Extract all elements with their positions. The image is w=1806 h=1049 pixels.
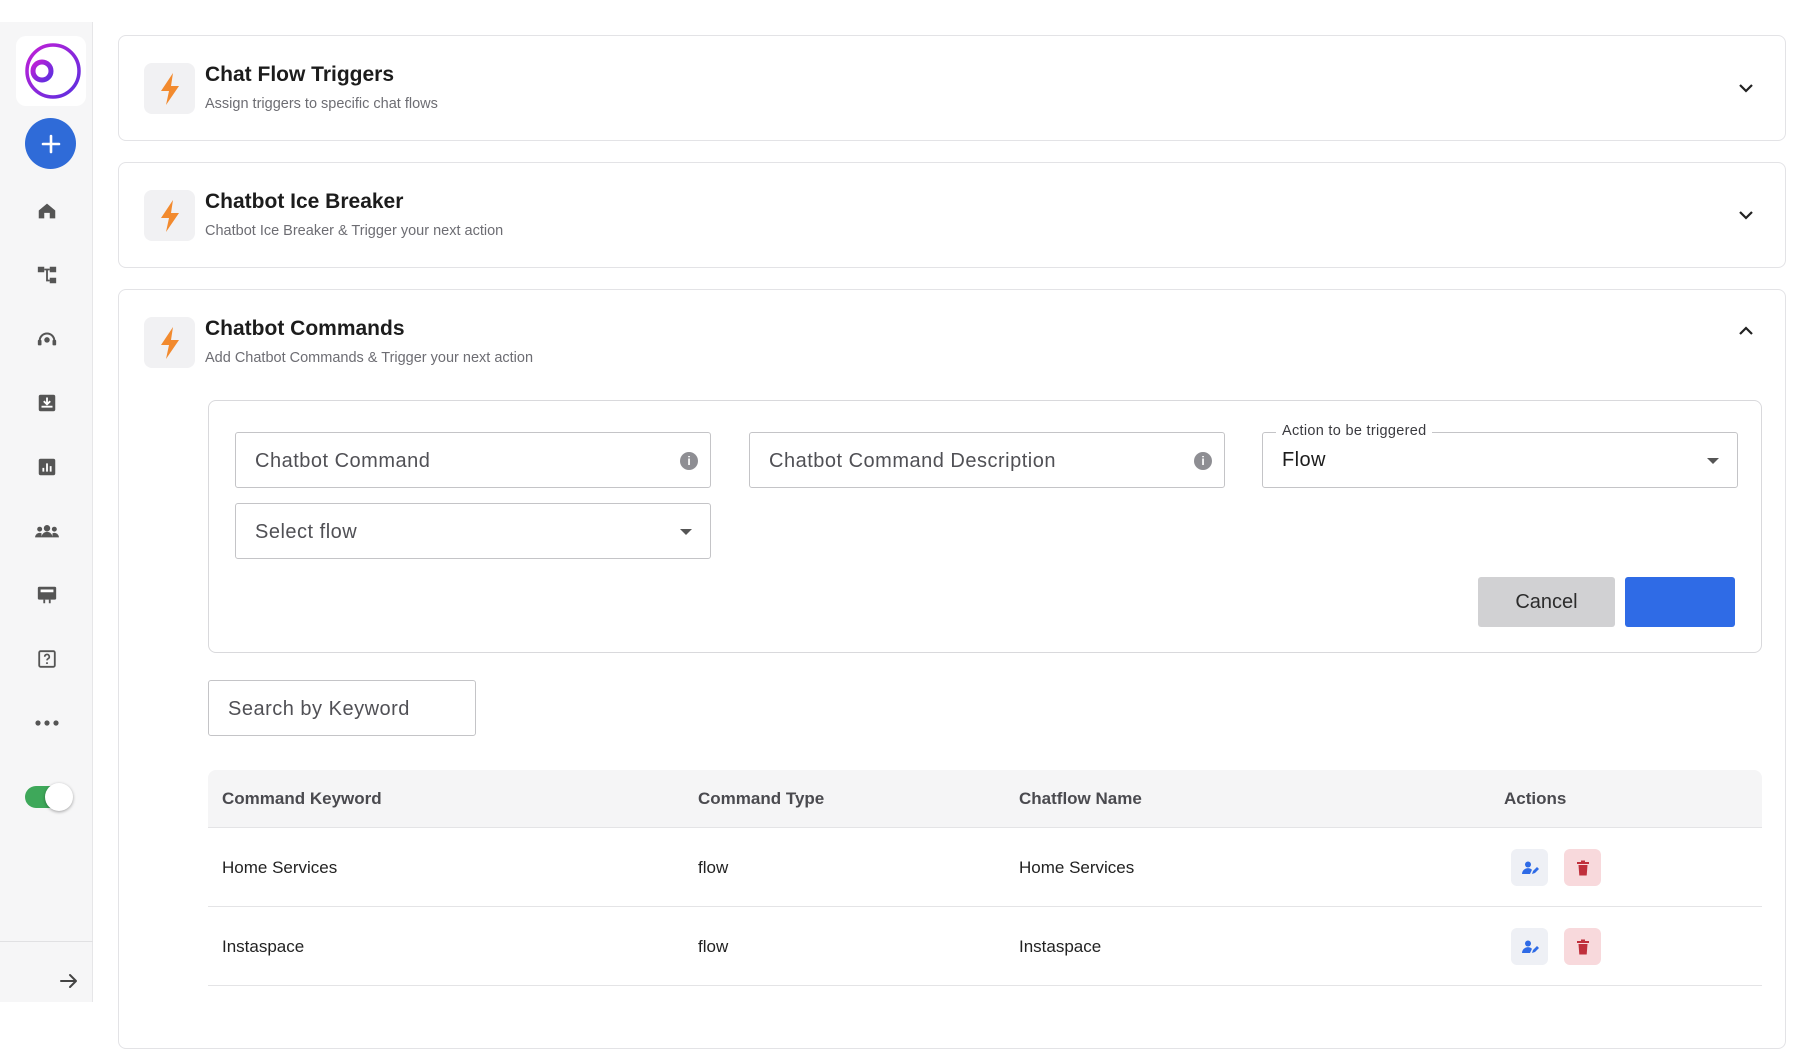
cell-type: flow: [698, 937, 729, 956]
sidebar-item-support[interactable]: [32, 324, 62, 354]
trash-icon: [1576, 860, 1589, 875]
command-field[interactable]: Chatbot Command i: [235, 432, 711, 488]
chevron-down-icon: [1739, 84, 1753, 93]
trash-icon: [1576, 939, 1589, 954]
status-toggle[interactable]: [25, 783, 73, 811]
card-chat-flow-triggers[interactable]: Chat Flow Triggers Assign triggers to sp…: [118, 35, 1786, 141]
expand-button[interactable]: [1735, 204, 1757, 226]
command-form: Chatbot Command i Chatbot Command Descri…: [208, 400, 1762, 653]
card-subtitle: Chatbot Ice Breaker & Trigger your next …: [205, 223, 504, 239]
info-icon[interactable]: i: [1194, 452, 1212, 470]
cell-keyword: Instaspace: [222, 937, 305, 956]
lightning-icon: [160, 72, 179, 105]
analytics-icon: [38, 458, 56, 476]
flow-builder-icon: [37, 266, 57, 284]
add-button[interactable]: [25, 118, 76, 169]
card-title: Chatbot Commands: [205, 317, 405, 340]
caret-down-icon: [1707, 458, 1719, 464]
toggle-knob: [45, 783, 73, 811]
plus-icon: [41, 134, 60, 153]
collapse-sidebar-button[interactable]: [56, 968, 82, 994]
sidebar-item-more[interactable]: [32, 708, 62, 738]
sidebar-item-analytics[interactable]: [32, 452, 62, 482]
more-icon: [35, 720, 59, 726]
collapse-button[interactable]: [1735, 320, 1757, 342]
card-subtitle: Assign triggers to specific chat flows: [205, 96, 438, 112]
table-header: Command Keyword Command Type Chatflow Na…: [208, 770, 1762, 828]
lightning-icon: [160, 199, 179, 232]
edit-user-icon: [1521, 861, 1539, 874]
arrow-right-icon: [60, 974, 77, 988]
description-placeholder: Chatbot Command Description: [769, 450, 1056, 472]
column-header: Actions: [1504, 789, 1567, 808]
search-input[interactable]: Search by Keyword: [208, 680, 476, 736]
cell-chatflow: Home Services: [1019, 858, 1135, 877]
action-label: Action to be triggered: [1276, 423, 1433, 439]
command-placeholder: Chatbot Command: [255, 450, 431, 472]
cell-chatflow: Instaspace: [1019, 937, 1102, 956]
action-value: Flow: [1282, 449, 1326, 471]
app-logo[interactable]: [16, 36, 86, 106]
card-icon: [144, 190, 195, 241]
contacts-icon: [35, 525, 59, 538]
help-icon: [38, 650, 56, 668]
broadcast-icon: [37, 586, 57, 604]
commands-table: Command Keyword Command Type Chatflow Na…: [208, 770, 1762, 986]
column-header: Command Keyword: [222, 789, 382, 808]
sidebar-item-inbox[interactable]: [32, 388, 62, 418]
card-subtitle: Add Chatbot Commands & Trigger your next…: [205, 350, 534, 366]
column-header: Command Type: [698, 789, 825, 808]
sidebar-item-help[interactable]: [32, 644, 62, 674]
card-chatbot-commands: Chatbot Commands Add Chatbot Commands & …: [118, 289, 1786, 1049]
card-chatbot-ice-breaker[interactable]: Chatbot Ice Breaker Chatbot Ice Breaker …: [118, 162, 1786, 268]
table-row: Instaspace flow Instaspace: [208, 907, 1762, 986]
info-icon[interactable]: i: [680, 452, 698, 470]
inbox-icon: [38, 394, 56, 412]
chevron-up-icon: [1739, 326, 1753, 335]
table-row: Home Services flow Home Services: [208, 828, 1762, 907]
delete-button[interactable]: [1564, 849, 1601, 886]
card-icon: [144, 317, 195, 368]
cell-type: flow: [698, 858, 729, 877]
submit-button[interactable]: [1625, 577, 1735, 627]
logo-icon: [25, 43, 81, 99]
caret-down-icon: [680, 529, 692, 535]
card-title: Chat Flow Triggers: [205, 63, 395, 86]
sidebar-item-broadcast[interactable]: [32, 580, 62, 610]
lightning-icon: [160, 326, 179, 359]
edit-button[interactable]: [1511, 849, 1548, 886]
cell-keyword: Home Services: [222, 858, 338, 877]
home-icon: [38, 203, 56, 219]
cancel-button[interactable]: Cancel: [1478, 577, 1615, 627]
expand-button[interactable]: [1735, 77, 1757, 99]
sidebar-item-contacts[interactable]: [32, 516, 62, 546]
flow-placeholder: Select flow: [255, 521, 358, 543]
card-title: Chatbot Ice Breaker: [205, 190, 404, 213]
sidebar-item-flows[interactable]: [32, 260, 62, 290]
description-field[interactable]: Chatbot Command Description i: [749, 432, 1225, 488]
edit-user-icon: [1521, 940, 1539, 953]
support-agent-icon: [37, 332, 57, 346]
edit-button[interactable]: [1511, 928, 1548, 965]
card-icon: [144, 63, 195, 114]
sidebar-divider: [0, 941, 93, 942]
delete-button[interactable]: [1564, 928, 1601, 965]
flow-select[interactable]: Select flow: [235, 503, 711, 559]
search-placeholder: Search by Keyword: [228, 698, 410, 720]
column-header: Chatflow Name: [1019, 789, 1142, 808]
sidebar: [0, 22, 93, 1002]
action-select[interactable]: Action to be triggered Flow: [1262, 423, 1738, 488]
chevron-down-icon: [1739, 211, 1753, 220]
sidebar-item-home[interactable]: [32, 196, 62, 226]
